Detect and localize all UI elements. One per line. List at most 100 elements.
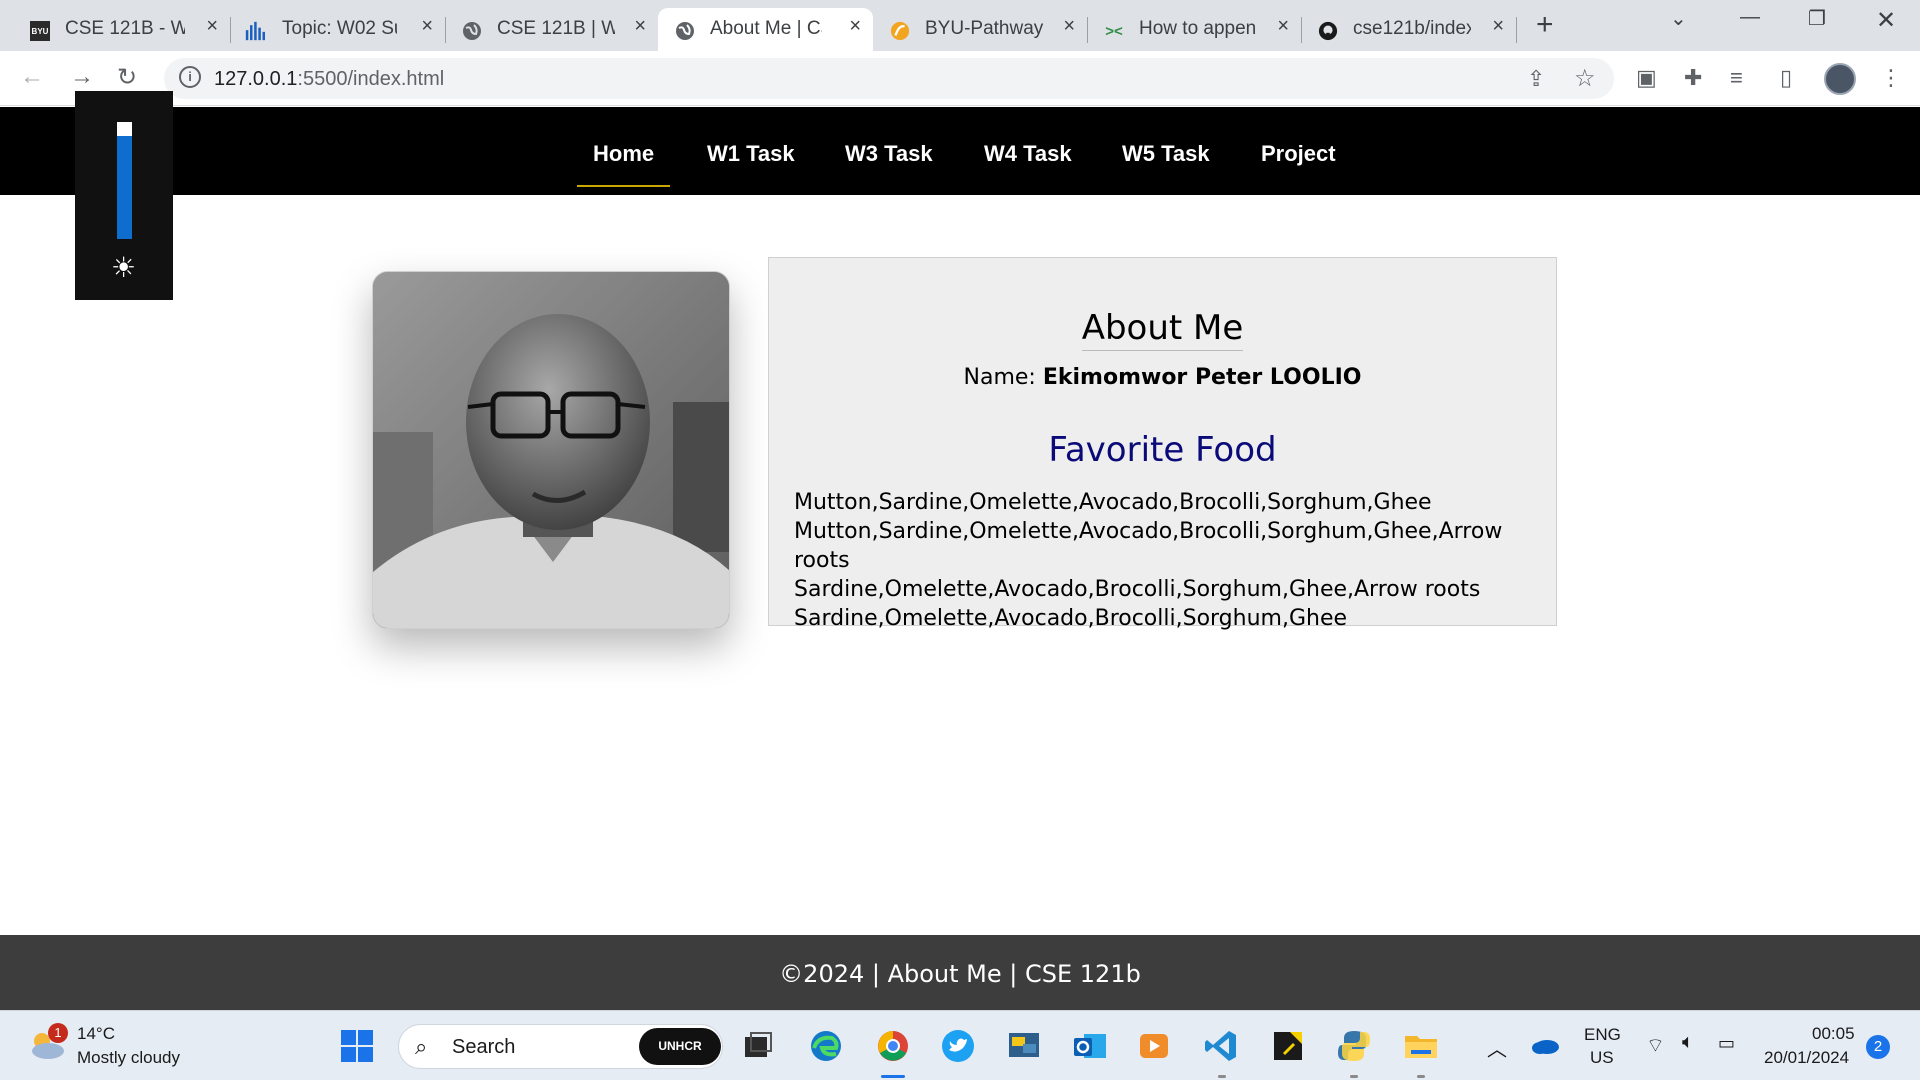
brightness-slider[interactable]: [117, 122, 132, 239]
nav-w1-task[interactable]: W1 Task: [707, 141, 795, 167]
name-line: Name: Ekimomwor Peter LOOLIO: [769, 365, 1556, 390]
tab-close-icon[interactable]: ×: [634, 15, 646, 38]
byu-icon: BYU: [30, 21, 50, 41]
file-explorer-icon[interactable]: [1403, 1028, 1439, 1064]
search-icon: ⌕: [415, 1034, 428, 1059]
chart-bars-icon: [245, 21, 265, 41]
onedrive-cloud-icon[interactable]: [1530, 1035, 1560, 1055]
tab-close-icon[interactable]: ×: [206, 15, 218, 38]
about-heading-text: About Me: [1081, 308, 1244, 351]
browser-tab[interactable]: BYU CSE 121B - We ×: [0, 8, 231, 51]
chrome-browser-icon[interactable]: [875, 1028, 911, 1064]
minimize-icon[interactable]: —: [1740, 6, 1760, 29]
language-top[interactable]: ENG: [1584, 1025, 1621, 1045]
clock-date[interactable]: 20/01/2024: [1764, 1048, 1849, 1068]
about-heading: About Me: [769, 308, 1556, 351]
notification-count-badge[interactable]: 2: [1866, 1035, 1890, 1059]
site-info-icon[interactable]: i: [179, 66, 201, 88]
battery-icon[interactable]: ▭: [1718, 1033, 1735, 1054]
clock-time[interactable]: 00:05: [1812, 1024, 1855, 1044]
share-icon[interactable]: ⇪: [1527, 66, 1545, 92]
temperature[interactable]: 14°C: [77, 1024, 115, 1044]
browser-tab[interactable]: cse121b/index ×: [1301, 8, 1517, 51]
reload-icon[interactable]: ↻: [117, 63, 137, 92]
close-window-icon[interactable]: ✕: [1876, 6, 1896, 35]
python-idle-icon[interactable]: [1006, 1028, 1042, 1064]
vscode-open-indicator: [1218, 1075, 1226, 1078]
windows-start-icon[interactable]: [339, 1028, 375, 1064]
extension-app-icon[interactable]: ▣: [1636, 65, 1657, 91]
nav-project[interactable]: Project: [1261, 141, 1336, 167]
new-tab-icon[interactable]: +: [1536, 8, 1554, 42]
brightness-slider-thumb[interactable]: [117, 122, 132, 136]
nav-home[interactable]: Home: [576, 141, 671, 187]
globe-icon: [675, 21, 695, 41]
python-icon[interactable]: [1336, 1028, 1372, 1064]
extensions-puzzle-icon[interactable]: ✚: [1684, 65, 1702, 91]
tab-close-icon[interactable]: ×: [1063, 15, 1075, 38]
nav-w5-task[interactable]: W5 Task: [1122, 141, 1210, 167]
tab-close-icon[interactable]: ×: [1277, 15, 1289, 38]
taskbar-search[interactable]: ⌕ Search UNHCR: [398, 1024, 723, 1069]
vscode-icon[interactable]: [1203, 1028, 1239, 1064]
tab-close-icon[interactable]: ×: [421, 15, 433, 38]
food-line: Sardine,Omelette,Avocado,Brocolli,Sorghu…: [794, 606, 1348, 631]
windows-taskbar: 1 14°C Mostly cloudy ⌕ Search UNHCR ︿ EN…: [0, 1010, 1920, 1080]
forward-arrow-icon[interactable]: →: [70, 63, 94, 91]
url-text[interactable]: 127.0.0.1:5500/index.html: [214, 68, 444, 91]
tab-title: CSE 121B - We: [65, 18, 185, 39]
tab-title: About Me | CSE: [710, 18, 822, 39]
geeksforgeeks-icon: ><: [1105, 22, 1123, 40]
tab-search-chevron-icon[interactable]: ⌄: [1670, 6, 1687, 31]
edge-browser-icon[interactable]: [808, 1028, 844, 1064]
github-icon: [1318, 21, 1338, 41]
tab-close-icon[interactable]: ×: [849, 15, 861, 38]
wifi-icon[interactable]: ⌔: [1646, 1033, 1665, 1058]
url-path: :5500/index.html: [297, 68, 445, 90]
address-bar[interactable]: i 127.0.0.1:5500/index.html ⇪ ☆: [164, 58, 1614, 99]
page-footer: ©2024 | About Me | CSE 121b: [0, 935, 1920, 1010]
outlook-icon[interactable]: [1072, 1028, 1108, 1064]
twitter-icon[interactable]: [940, 1028, 976, 1064]
browser-tab[interactable]: BYU-Pathway F ×: [873, 8, 1088, 51]
nav-w3-task[interactable]: W3 Task: [845, 141, 933, 167]
tab-separator: [1516, 17, 1517, 43]
name-value: Ekimomwor Peter LOOLIO: [1042, 365, 1362, 390]
media-queue-icon[interactable]: ≡: [1730, 65, 1743, 91]
restore-icon[interactable]: ❐: [1808, 6, 1826, 31]
sticky-notes-icon[interactable]: [1270, 1028, 1306, 1064]
browser-tab[interactable]: CSE 121B | W0: ×: [445, 8, 659, 51]
browser-tab[interactable]: >< How to append ×: [1087, 8, 1302, 51]
tab-title: How to append: [1139, 18, 1257, 39]
bookmark-star-icon[interactable]: ☆: [1574, 64, 1596, 93]
media-player-icon[interactable]: [1136, 1028, 1172, 1064]
footer-text: ©2024 | About Me | CSE 121b: [779, 960, 1141, 988]
about-card: About Me Name: Ekimomwor Peter LOOLIO Fa…: [768, 257, 1557, 631]
tab-title: Topic: W02 Sup: [282, 18, 397, 39]
browser-tab[interactable]: Topic: W02 Sup ×: [230, 8, 446, 51]
tab-close-icon[interactable]: ×: [1492, 15, 1504, 38]
task-view-icon[interactable]: [740, 1028, 776, 1064]
browser-tab-active[interactable]: About Me | CSE ×: [658, 8, 873, 51]
show-hidden-icons-chevron[interactable]: ︿: [1487, 1033, 1507, 1062]
food-line: Sardine,Omelette,Avocado,Brocolli,Sorghu…: [794, 577, 1481, 602]
site-navigation: Home W1 Task W3 Task W4 Task W5 Task Pro…: [0, 107, 1920, 195]
python-open-indicator: [1350, 1075, 1358, 1078]
chrome-menu-icon[interactable]: ⋮: [1880, 65, 1902, 91]
profile-avatar[interactable]: [1824, 63, 1856, 95]
side-panel-icon[interactable]: ▯: [1780, 65, 1792, 91]
language-bottom[interactable]: US: [1590, 1048, 1614, 1068]
brightness-sun-icon: ☀: [111, 252, 137, 283]
profile-photo-image: [373, 272, 729, 628]
chrome-active-indicator: [881, 1075, 905, 1078]
tab-title: BYU-Pathway F: [925, 18, 1043, 39]
volume-icon[interactable]: 🔈︎: [1682, 1031, 1694, 1054]
weather-description[interactable]: Mostly cloudy: [77, 1048, 180, 1068]
back-arrow-icon[interactable]: ←: [20, 63, 44, 91]
explorer-open-indicator: [1417, 1075, 1425, 1078]
nav-w4-task[interactable]: W4 Task: [984, 141, 1072, 167]
name-label: Name:: [963, 365, 1036, 390]
favorite-food-list: Mutton,Sardine,Omelette,Avocado,Brocolli…: [794, 488, 1556, 633]
tab-title: CSE 121B | W0:: [497, 18, 615, 39]
search-highlight-badge[interactable]: UNHCR: [639, 1028, 721, 1065]
